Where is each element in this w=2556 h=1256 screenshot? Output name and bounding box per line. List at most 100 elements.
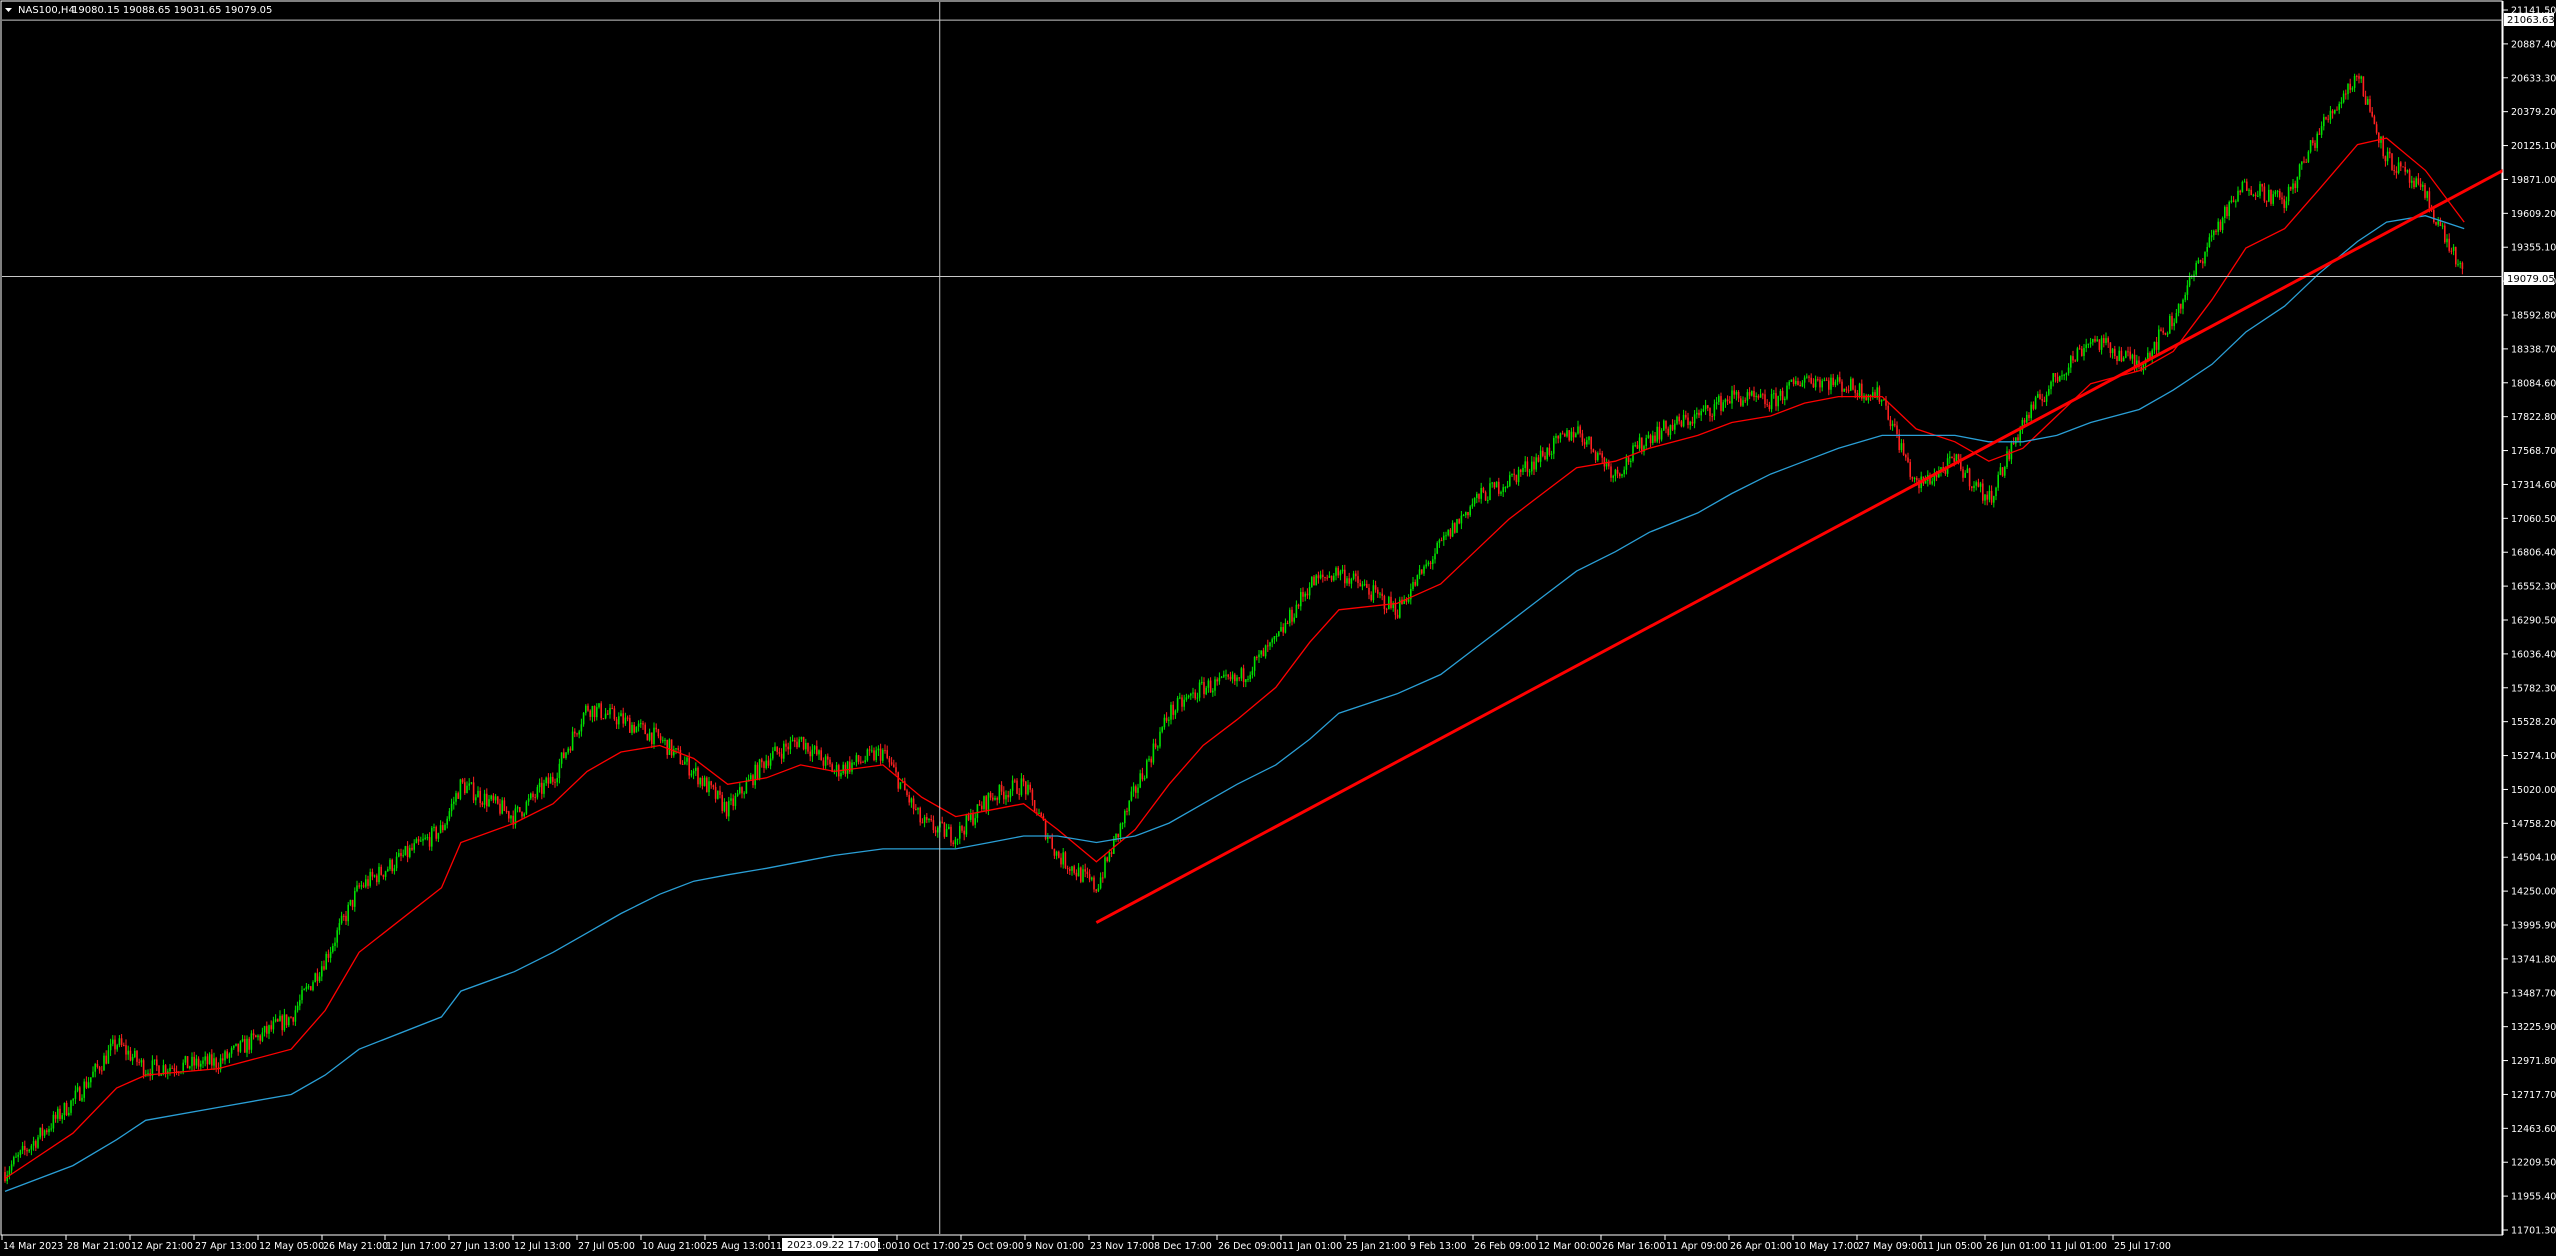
moving-averages — [4, 137, 2465, 1193]
time-axis[interactable]: 14 Mar 2023 28 Mar 21:00 12 Apr 21:00 27 Ap… — [1, 1234, 2503, 1252]
candle-body — [1577, 426, 1579, 434]
price-axis[interactable]: 21141.5020887.4020633.3020379.2020125.10… — [2502, 1, 2556, 1237]
chart-window[interactable]: NAS100,H4 19080.15 19088.65 19031.65 190… — [0, 0, 2556, 1256]
candle-body — [107, 1050, 110, 1064]
time-tick-label: 26 Feb 09:00 — [1474, 1241, 1536, 1252]
candle-body — [10, 1164, 13, 1171]
candle-body — [1676, 416, 1678, 424]
time-tick-label: 11 Apr 09:00 — [1666, 1241, 1728, 1252]
candle-body — [1476, 493, 1478, 498]
candle-body — [127, 1050, 129, 1055]
candle-body — [2371, 111, 2373, 117]
candle-body — [2250, 189, 2252, 196]
candle-body — [2448, 238, 2450, 251]
candle-body — [1821, 380, 1823, 388]
candle-body — [2184, 294, 2186, 300]
candle-body — [1511, 473, 1513, 476]
candle-body — [2122, 357, 2125, 362]
candle-body — [1982, 483, 1984, 501]
candle-body — [2116, 356, 2118, 362]
candle-body — [2199, 260, 2202, 262]
candle-body — [2217, 221, 2219, 232]
candle-body — [1295, 604, 1298, 618]
candle-body — [197, 1058, 200, 1067]
candle-body — [994, 797, 996, 800]
candle-body — [1801, 382, 1804, 387]
candle-body — [2248, 189, 2250, 191]
trendline-layer[interactable] — [1095, 169, 2504, 924]
candle-body — [1911, 476, 1914, 479]
candle-body — [266, 1026, 268, 1034]
candle-body — [1148, 758, 1150, 761]
candle-body — [87, 1082, 90, 1088]
candle-body — [1251, 670, 1254, 675]
candle-body — [1634, 445, 1636, 447]
price-tick-label: 18084.60 — [2511, 378, 2556, 389]
support-trendline[interactable] — [1095, 169, 2504, 924]
price-tick-label: 11701.30 — [2511, 1226, 2556, 1237]
candle-body — [1209, 680, 1212, 693]
candle-body — [1033, 800, 1036, 813]
candle-body — [703, 777, 706, 786]
candle-body — [2268, 189, 2270, 202]
candle-body — [1071, 866, 1073, 871]
candle-body — [134, 1050, 136, 1058]
candle-body — [2034, 397, 2037, 409]
candle-body — [1242, 668, 1245, 683]
candle-body — [1575, 433, 1577, 438]
candle-body — [1302, 592, 1304, 597]
candle-body — [1126, 810, 1128, 812]
candle-body — [1957, 454, 1960, 460]
candle-body — [791, 739, 794, 742]
candle-body — [2195, 263, 2197, 275]
candle-body — [1108, 852, 1111, 861]
candle-body — [697, 767, 699, 785]
price-chart[interactable]: NAS100,H4 19080.15 19088.65 19031.65 190… — [0, 0, 2556, 1256]
ohlc-values: 19080.15 19088.65 19031.65 19079.05 — [72, 5, 272, 16]
candle-body — [1616, 469, 1619, 474]
candle-body — [400, 853, 402, 856]
triangle-down-icon[interactable] — [5, 8, 12, 12]
candle-body — [48, 1128, 50, 1133]
candle-body — [642, 723, 644, 725]
candle-body — [1016, 780, 1018, 794]
candle-body — [1139, 773, 1141, 788]
candle-body — [1520, 469, 1522, 473]
candle-body — [1682, 414, 1685, 427]
candle-body — [2162, 330, 2164, 333]
candle-body — [910, 798, 913, 803]
candle-body — [2338, 103, 2340, 110]
candle-body — [1440, 540, 1443, 542]
candle-body — [239, 1041, 242, 1052]
candle-body — [2369, 99, 2371, 112]
candle-body — [1201, 682, 1203, 684]
candle-body — [1110, 852, 1113, 854]
candle-body — [666, 739, 668, 755]
candle-body — [1517, 469, 1520, 483]
candle-body — [384, 871, 387, 877]
candle-body — [1665, 420, 1667, 429]
candle-body — [587, 705, 589, 711]
price-tick-label: 18338.70 — [2511, 344, 2556, 355]
candle-body — [1366, 584, 1368, 588]
candle-body — [2173, 322, 2175, 327]
candle-body — [1504, 487, 1507, 489]
candle-body — [1049, 837, 1051, 839]
candle-body — [1729, 401, 1731, 404]
candle-body — [85, 1081, 88, 1088]
time-tick-label: 10 Oct 17:00 — [898, 1241, 960, 1252]
candle-body — [2043, 400, 2046, 402]
candle-body — [1143, 778, 1146, 780]
candle-body — [246, 1038, 248, 1053]
candle-body — [1627, 457, 1630, 462]
candle-body — [1808, 376, 1810, 378]
candle-body — [1484, 492, 1487, 501]
candle-body — [435, 826, 437, 839]
candle-body — [921, 822, 924, 824]
candle-body — [1396, 614, 1399, 618]
candle-body — [1300, 592, 1302, 607]
candle-body — [1755, 395, 1757, 397]
candle-body — [945, 829, 948, 837]
candle-body — [362, 885, 365, 887]
candle-body — [543, 783, 545, 794]
